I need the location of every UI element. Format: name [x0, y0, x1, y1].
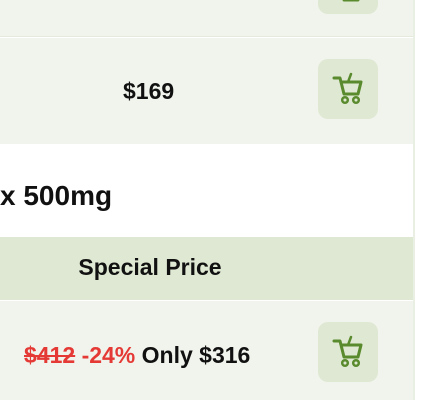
product-title: x 500mg	[0, 180, 113, 211]
add-to-cart-button[interactable]	[318, 0, 378, 14]
old-price: $412	[24, 342, 76, 368]
price-row: $169	[0, 38, 413, 144]
shopping-cart-icon	[332, 335, 363, 368]
shopping-cart-icon	[342, 0, 360, 2]
shopping-cart-icon	[332, 72, 363, 105]
price-row-partial	[0, 0, 413, 36]
add-to-cart-button[interactable]	[318, 59, 378, 119]
table-border	[413, 0, 415, 400]
special-price-row: $412 -24% Only $316	[0, 301, 413, 400]
package-price: $169	[123, 78, 175, 104]
add-to-cart-button[interactable]	[318, 322, 378, 382]
discount-badge: -24%	[81, 342, 136, 368]
price-line: $412 -24% Only $316	[24, 342, 250, 369]
special-price: Only $316	[141, 342, 251, 368]
special-price-label: Special Price	[78, 254, 222, 280]
